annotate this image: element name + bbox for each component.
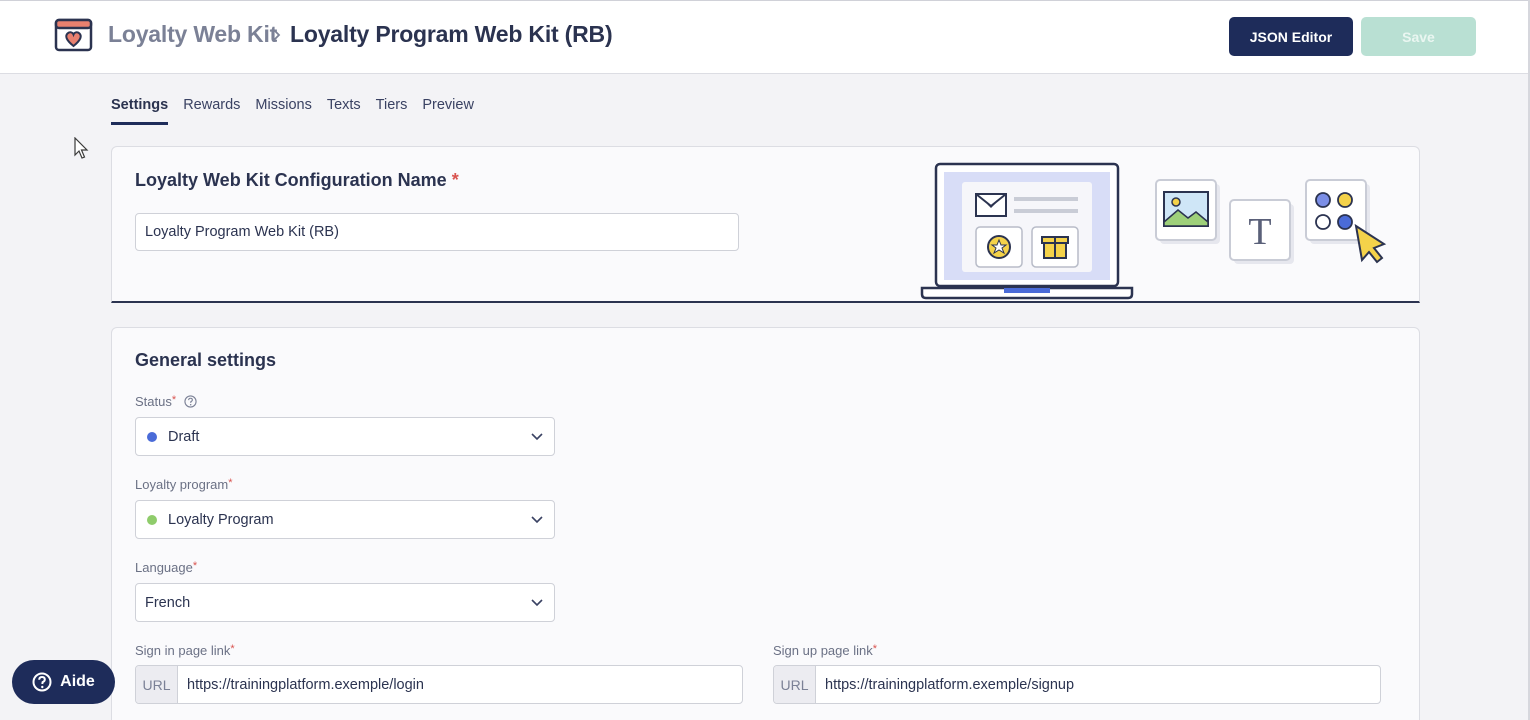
- language-label: Language*: [135, 560, 198, 575]
- top-bar: Loyalty Web Kit Loyalty Program Web Kit …: [0, 0, 1530, 74]
- tab-texts[interactable]: Texts: [327, 97, 361, 125]
- chevron-right-icon: [272, 28, 281, 42]
- laptop-illustration: [920, 162, 1134, 300]
- help-circle-icon[interactable]: [184, 395, 197, 408]
- image-card-illustration: [1155, 179, 1220, 244]
- tab-bar: Settings Rewards Missions Texts Tiers Pr…: [111, 97, 489, 125]
- status-label: Status*: [135, 394, 197, 409]
- required-marker: *: [451, 170, 459, 190]
- question-circle-icon: [32, 672, 52, 692]
- help-button[interactable]: Aide: [12, 660, 115, 704]
- breadcrumb-parent[interactable]: Loyalty Web Kit: [108, 21, 277, 48]
- chevron-down-icon: [531, 516, 543, 524]
- mouse-pointer-icon: [74, 137, 89, 159]
- loyalty-program-label: Loyalty program*: [135, 477, 233, 492]
- json-editor-button[interactable]: JSON Editor: [1229, 17, 1353, 56]
- url-prefix: URL: [774, 666, 816, 703]
- url-prefix: URL: [136, 666, 178, 703]
- language-value: French: [145, 594, 191, 611]
- configuration-name-title: Loyalty Web Kit Configuration Name *: [135, 170, 459, 190]
- loyalty-program-select[interactable]: Loyalty Program: [135, 500, 555, 539]
- general-settings-title: General settings: [135, 350, 277, 370]
- sign-up-link-input[interactable]: URL https://trainingplatform.exemple/sig…: [773, 665, 1381, 704]
- loyalty-kit-icon: [54, 18, 93, 52]
- chevron-down-icon: [531, 433, 543, 441]
- configuration-name-input[interactable]: Loyalty Program Web Kit (RB): [135, 213, 739, 251]
- tab-settings[interactable]: Settings: [111, 97, 169, 125]
- sign-in-link-input[interactable]: URL https://trainingplatform.exemple/log…: [135, 665, 743, 704]
- text-card-illustration: T: [1229, 199, 1294, 264]
- save-button[interactable]: Save: [1361, 17, 1476, 56]
- loyalty-program-dot: [147, 514, 157, 525]
- loyalty-program-value: Loyalty Program: [168, 511, 274, 528]
- text-glyph: T: [1248, 211, 1271, 253]
- breadcrumb-current: Loyalty Program Web Kit (RB): [290, 21, 613, 47]
- status-dot: [147, 431, 157, 442]
- help-button-label: Aide: [60, 673, 95, 690]
- status-select[interactable]: Draft: [135, 417, 555, 456]
- configuration-name-value: Loyalty Program Web Kit (RB): [145, 224, 339, 240]
- tab-preview[interactable]: Preview: [422, 97, 474, 125]
- tab-missions[interactable]: Missions: [255, 97, 311, 125]
- status-value: Draft: [168, 428, 200, 445]
- sign-up-link-label: Sign up page link*: [773, 643, 878, 658]
- sign-in-link-value: https://trainingplatform.exemple/login: [187, 676, 424, 693]
- sign-in-link-label: Sign in page link*: [135, 643, 235, 658]
- sign-up-link-value: https://trainingplatform.exemple/signup: [825, 676, 1075, 693]
- general-settings-card: General settings Status* Draft Loyalty p…: [111, 327, 1420, 720]
- language-select[interactable]: French: [135, 583, 555, 622]
- chevron-down-icon: [531, 599, 543, 607]
- tab-rewards[interactable]: Rewards: [183, 97, 240, 125]
- tab-tiers[interactable]: Tiers: [376, 97, 408, 125]
- widgets-card-illustration: [1305, 179, 1387, 264]
- web-kit-illustration: T: [920, 162, 1387, 300]
